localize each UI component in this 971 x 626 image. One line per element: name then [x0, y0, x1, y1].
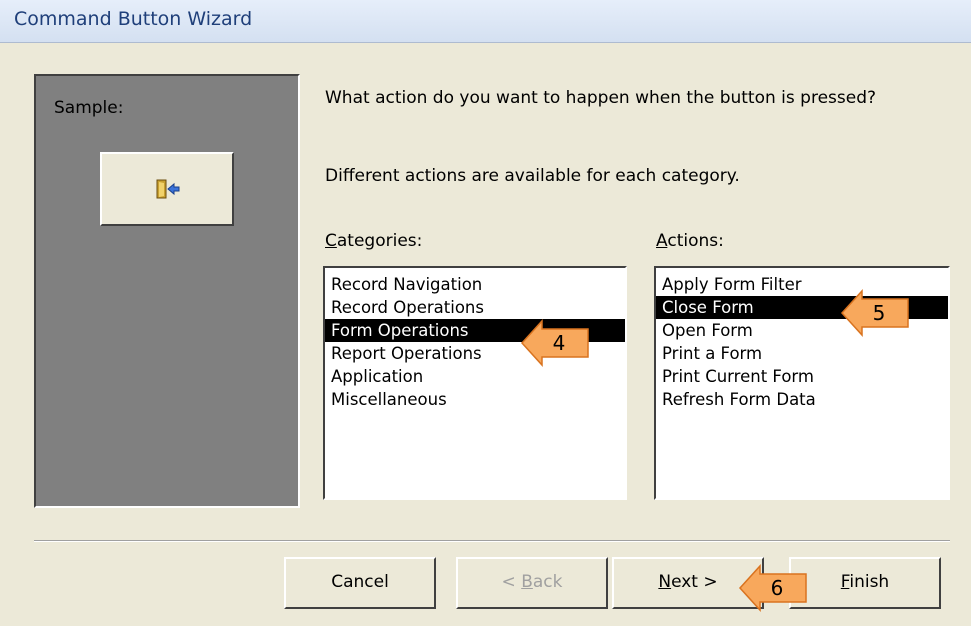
- callout-4: 4: [520, 318, 590, 368]
- list-item[interactable]: Print Current Form: [656, 365, 948, 388]
- categories-listbox[interactable]: Record Navigation Record Operations Form…: [323, 266, 627, 500]
- sample-button-preview: [100, 152, 234, 226]
- prompt-question: What action do you want to happen when t…: [325, 88, 877, 108]
- callout-6: 6: [738, 563, 808, 613]
- sample-panel: Sample:: [34, 74, 300, 508]
- list-item[interactable]: Refresh Form Data: [656, 388, 948, 411]
- list-item[interactable]: Record Navigation: [325, 273, 625, 296]
- list-item[interactable]: Print a Form: [656, 342, 948, 365]
- finish-button[interactable]: Finish: [789, 557, 941, 609]
- callout-number: 5: [872, 301, 886, 325]
- divider: [34, 540, 950, 542]
- title-bar: Command Button Wizard: [0, 0, 971, 43]
- list-item[interactable]: Application: [325, 365, 625, 388]
- actions-label: Actions:: [656, 231, 724, 251]
- callout-5: 5: [840, 288, 910, 338]
- callout-number: 6: [770, 576, 784, 600]
- close-form-door-icon: [156, 179, 180, 199]
- cancel-button[interactable]: Cancel: [284, 557, 436, 609]
- callout-number: 4: [552, 331, 566, 355]
- categories-label: Categories:: [325, 231, 423, 251]
- list-item[interactable]: Record Operations: [325, 296, 625, 319]
- back-button[interactable]: < Back: [456, 557, 608, 609]
- prompt-hint: Different actions are available for each…: [325, 166, 740, 186]
- list-item[interactable]: Miscellaneous: [325, 388, 625, 411]
- sample-label: Sample:: [54, 98, 124, 118]
- window-title: Command Button Wizard: [14, 8, 253, 30]
